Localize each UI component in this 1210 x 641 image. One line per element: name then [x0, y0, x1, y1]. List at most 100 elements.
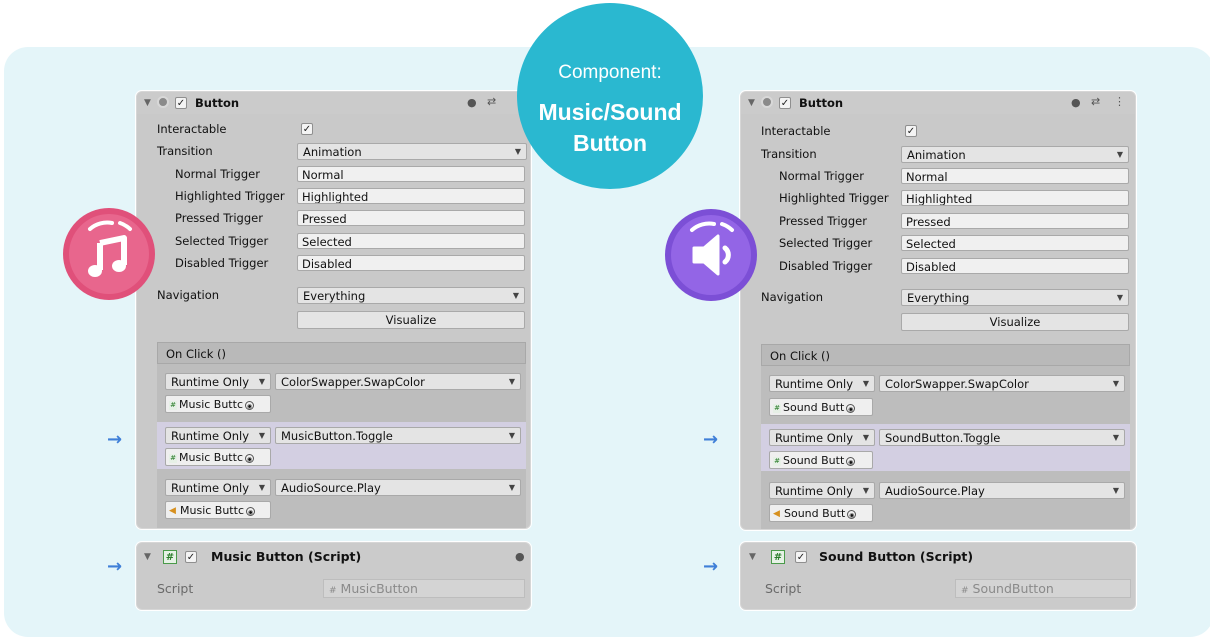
- on-click-header: On Click (): [157, 342, 526, 364]
- arrow-icon: →: [703, 429, 719, 450]
- selected-trigger-field[interactable]: Selected: [901, 235, 1129, 251]
- on-click-header: On Click (): [761, 344, 1130, 366]
- object-value: Sound Butt: [783, 401, 845, 414]
- preset-icon[interactable]: ⇄: [487, 95, 496, 108]
- object-picker-icon[interactable]: ◉: [245, 400, 254, 410]
- object-picker-icon[interactable]: ◉: [245, 453, 254, 463]
- interactable-checkbox[interactable]: ✓: [301, 123, 313, 135]
- script-enabled-checkbox[interactable]: ✓: [795, 551, 807, 563]
- audio-source-icon: ◀: [773, 508, 780, 519]
- pressed-trigger-label: Pressed Trigger: [175, 211, 263, 225]
- runtime-mode-value: Runtime Only: [775, 377, 854, 391]
- selected-trigger-label: Selected Trigger: [175, 234, 269, 248]
- foldout-arrow-icon[interactable]: ▼: [144, 552, 151, 562]
- script-reference-field[interactable]: # MusicButton: [323, 579, 525, 598]
- pressed-trigger-field[interactable]: Pressed: [901, 213, 1129, 229]
- object-picker-icon[interactable]: ◉: [846, 456, 856, 466]
- runtime-mode-dropdown[interactable]: Runtime Only ▼: [769, 429, 875, 446]
- runtime-mode-dropdown[interactable]: Runtime Only ▼: [769, 482, 875, 499]
- object-value: Music Buttc: [179, 398, 243, 411]
- script-hash-icon: #: [961, 586, 969, 596]
- function-value: ColorSwapper.SwapColor: [885, 377, 1029, 391]
- foldout-arrow-icon[interactable]: ▼: [144, 98, 151, 108]
- script-reference-field[interactable]: # SoundButton: [955, 579, 1131, 598]
- chevron-down-icon: ▼: [258, 431, 265, 440]
- transition-dropdown[interactable]: Animation ▼: [297, 143, 527, 160]
- object-field[interactable]: # Music Buttc ◉: [165, 395, 271, 413]
- disabled-trigger-label: Disabled Trigger: [779, 259, 873, 273]
- transition-dropdown[interactable]: Animation ▼: [901, 146, 1129, 163]
- interactable-checkbox[interactable]: ✓: [905, 125, 917, 137]
- chevron-down-icon: ▼: [512, 291, 519, 300]
- highlighted-trigger-label: Highlighted Trigger: [779, 191, 889, 205]
- object-value: Sound Butt: [783, 454, 845, 467]
- runtime-mode-value: Runtime Only: [171, 375, 250, 389]
- function-dropdown[interactable]: SoundButton.Toggle ▼: [879, 429, 1125, 446]
- function-dropdown[interactable]: AudioSource.Play ▼: [275, 479, 521, 496]
- disabled-trigger-field[interactable]: Disabled: [901, 258, 1129, 274]
- chevron-down-icon: ▼: [508, 377, 515, 386]
- script-hash-icon: #: [163, 550, 177, 564]
- navigation-dropdown[interactable]: Everything ▼: [901, 289, 1129, 306]
- transition-label: Transition: [157, 144, 213, 158]
- object-value: Music Buttc: [180, 504, 244, 517]
- function-dropdown[interactable]: ColorSwapper.SwapColor ▼: [275, 373, 521, 390]
- script-hash-icon: #: [773, 456, 781, 466]
- highlighted-trigger-field[interactable]: Highlighted: [901, 190, 1129, 206]
- script-label: Script: [157, 581, 194, 596]
- runtime-mode-value: Runtime Only: [171, 429, 250, 443]
- normal-trigger-label: Normal Trigger: [175, 167, 260, 181]
- runtime-mode-dropdown[interactable]: Runtime Only ▼: [769, 375, 875, 392]
- enabled-checkbox[interactable]: ✓: [175, 97, 187, 109]
- object-field[interactable]: ◀ Music Buttc ◉: [165, 501, 271, 519]
- interactable-label: Interactable: [761, 124, 831, 138]
- chevron-down-icon: ▼: [862, 379, 869, 388]
- function-dropdown[interactable]: ColorSwapper.SwapColor ▼: [879, 375, 1125, 392]
- script-hash-icon: #: [771, 550, 785, 564]
- preset-icon[interactable]: ⇄: [1091, 95, 1100, 108]
- navigation-dropdown[interactable]: Everything ▼: [297, 287, 525, 304]
- object-field[interactable]: # Sound Butt ◉: [769, 451, 873, 469]
- help-icon[interactable]: ●: [467, 96, 477, 109]
- script-enabled-checkbox[interactable]: ✓: [185, 551, 197, 563]
- object-field[interactable]: # Sound Butt ◉: [769, 398, 873, 416]
- chevron-down-icon: ▼: [1112, 486, 1119, 495]
- visualize-button[interactable]: Visualize: [297, 311, 525, 329]
- chevron-down-icon: ▼: [258, 483, 265, 492]
- visualize-button[interactable]: Visualize: [901, 313, 1129, 331]
- chevron-down-icon: ▼: [508, 483, 515, 492]
- selected-trigger-field[interactable]: Selected: [297, 233, 525, 249]
- object-picker-icon[interactable]: ◉: [246, 506, 255, 516]
- foldout-arrow-icon[interactable]: ▼: [748, 98, 755, 108]
- foldout-arrow-icon[interactable]: ▼: [749, 552, 756, 562]
- selected-trigger-label: Selected Trigger: [779, 236, 873, 250]
- badge-title-line2: Button: [572, 130, 648, 156]
- normal-trigger-field[interactable]: Normal: [901, 168, 1129, 184]
- highlighted-trigger-field[interactable]: Highlighted: [297, 188, 525, 204]
- normal-trigger-field[interactable]: Normal: [297, 166, 525, 182]
- script-hash-icon: #: [773, 403, 781, 413]
- help-icon[interactable]: ●: [1071, 96, 1081, 109]
- pressed-trigger-field[interactable]: Pressed: [297, 210, 525, 226]
- script-value: SoundButton: [972, 581, 1054, 596]
- inspector-header: ▼ ✓ Button ● ⇄ ⋮: [741, 92, 1135, 114]
- arrow-icon: →: [107, 429, 123, 450]
- help-icon[interactable]: ●: [515, 550, 525, 563]
- object-field[interactable]: # Music Buttc ◉: [165, 448, 271, 466]
- button-component-icon: [157, 96, 169, 108]
- disabled-trigger-field[interactable]: Disabled: [297, 255, 525, 271]
- script-hash-icon: #: [329, 586, 337, 596]
- runtime-mode-dropdown[interactable]: Runtime Only ▼: [165, 479, 271, 496]
- arrow-icon: →: [107, 556, 123, 577]
- object-picker-icon[interactable]: ◉: [846, 403, 856, 413]
- runtime-mode-dropdown[interactable]: Runtime Only ▼: [165, 373, 271, 390]
- enabled-checkbox[interactable]: ✓: [779, 97, 791, 109]
- function-dropdown[interactable]: MusicButton.Toggle ▼: [275, 427, 521, 444]
- transition-value: Animation: [907, 148, 966, 162]
- object-field[interactable]: ◀ Sound Butt ◉: [769, 504, 873, 522]
- function-dropdown[interactable]: AudioSource.Play ▼: [879, 482, 1125, 499]
- object-picker-icon[interactable]: ◉: [847, 509, 857, 519]
- transition-label: Transition: [761, 147, 817, 161]
- more-menu-icon[interactable]: ⋮: [1114, 95, 1125, 108]
- runtime-mode-dropdown[interactable]: Runtime Only ▼: [165, 427, 271, 444]
